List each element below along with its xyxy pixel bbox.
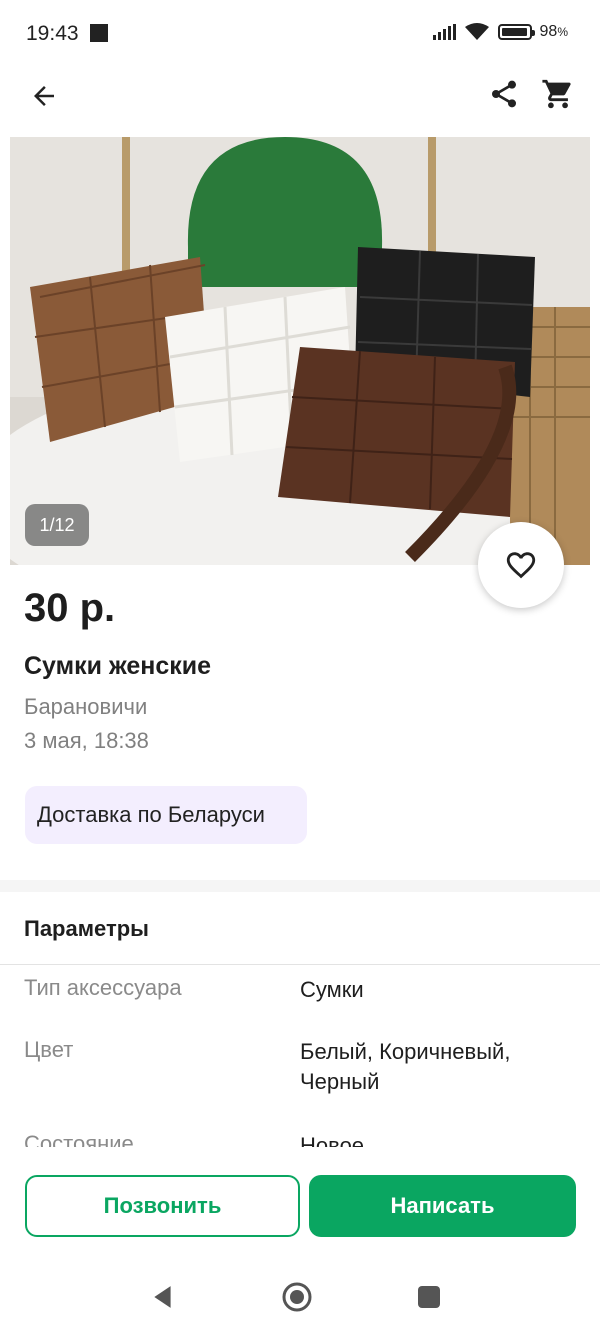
nav-home-icon[interactable] <box>282 1282 312 1312</box>
param-value: Сумки <box>300 977 364 1002</box>
nav-back-icon[interactable] <box>150 1284 176 1310</box>
param-value: Белый, Коричневый, Черный <box>300 1039 511 1094</box>
share-button[interactable] <box>484 74 524 114</box>
back-button[interactable] <box>24 76 64 116</box>
favorite-button[interactable] <box>478 522 564 608</box>
listing-date: 3 мая, 18:38 <box>24 728 149 753</box>
heart-icon <box>506 552 536 579</box>
param-label: Состояние <box>24 1131 134 1147</box>
top-app-bar <box>0 66 600 134</box>
status-icons: 98% <box>432 22 568 42</box>
arrow-back-icon <box>34 86 54 106</box>
battery-icon <box>497 24 535 40</box>
params-heading: Параметры <box>24 916 149 941</box>
status-time: 19:43 <box>26 22 79 45</box>
battery-percent: 98% <box>539 23 568 40</box>
share-icon <box>492 80 516 108</box>
system-nav-bar <box>0 1260 600 1332</box>
param-label: Тип аксессуара <box>24 975 182 1000</box>
param-value: Новое <box>300 1133 365 1147</box>
write-message-button[interactable]: Написать <box>309 1175 576 1237</box>
wifi-icon <box>464 23 489 40</box>
notification-icon <box>90 24 108 42</box>
nav-recents-icon[interactable] <box>418 1286 440 1308</box>
params-list: Тип аксессуара Сумки Цвет Белый, Коричне… <box>0 965 600 1147</box>
cart-icon <box>542 79 571 109</box>
bags-photo-image <box>10 137 590 565</box>
call-button[interactable]: Позвонить <box>25 1175 300 1237</box>
battery-level <box>501 28 527 36</box>
photo-counter: 1/12 <box>25 504 89 546</box>
delivery-badge: Доставка по Беларуси <box>25 786 307 844</box>
listing-title: Сумки женские <box>24 652 212 680</box>
listing-photo[interactable]: 1/12 <box>10 137 590 565</box>
listing-city: Барановичи <box>24 694 148 719</box>
cart-button[interactable] <box>538 74 578 114</box>
section-divider <box>0 880 600 892</box>
signal-icon <box>432 24 456 40</box>
param-label: Цвет <box>24 1037 74 1062</box>
listing-price: 30 р. <box>24 586 116 630</box>
status-bar: 19:43 98% <box>0 0 600 66</box>
